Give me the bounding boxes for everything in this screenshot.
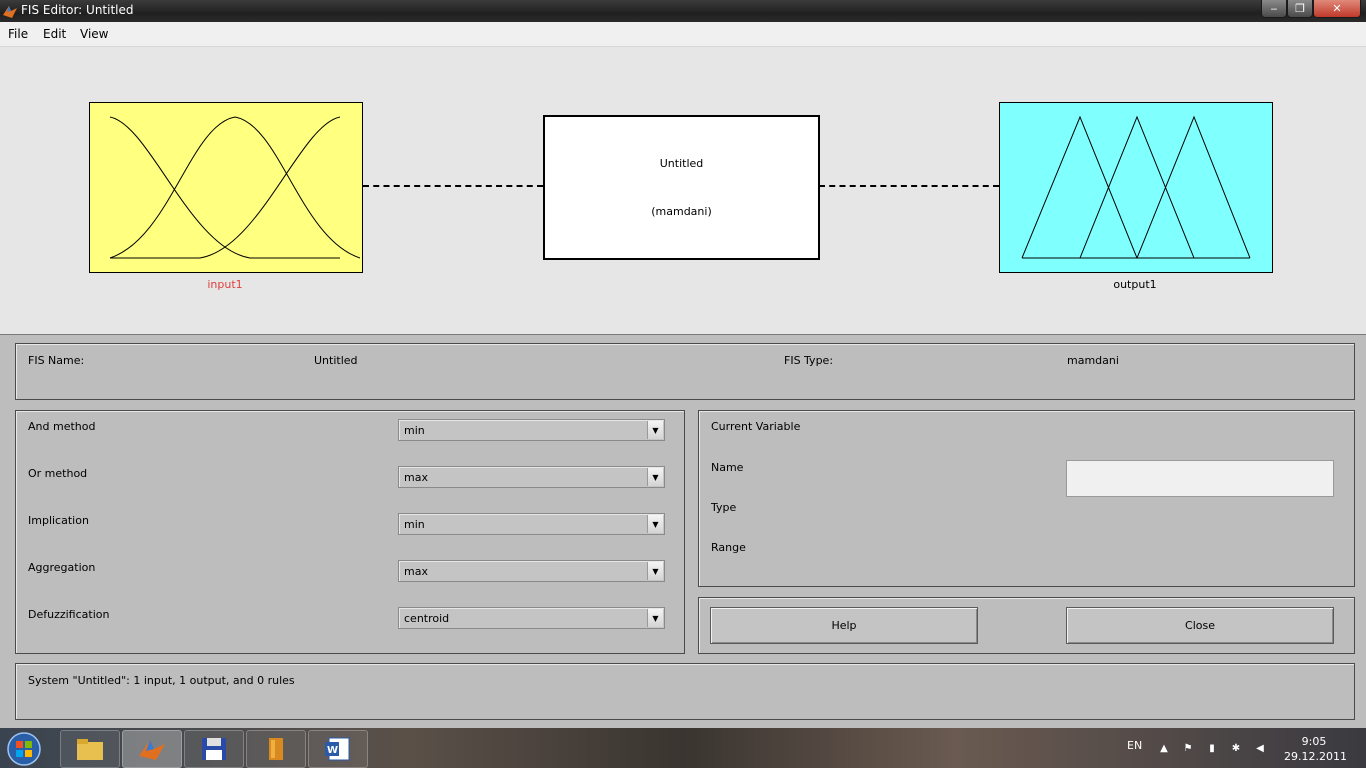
language-indicator[interactable]: EN: [1127, 739, 1142, 752]
taskbar-archive-app[interactable]: [246, 730, 306, 768]
defuzzification-label: Defuzzification: [28, 608, 110, 621]
variable-range-label: Range: [711, 541, 746, 554]
variable-name-label: Name: [711, 461, 744, 474]
folder-icon: [77, 739, 103, 760]
input-variable-box[interactable]: [89, 102, 363, 273]
fis-name-label: FIS Name:: [28, 354, 85, 367]
fis-type-value: mamdani: [1067, 354, 1119, 367]
output-variable-box[interactable]: [999, 102, 1273, 273]
input-membership-functions: [109, 116, 361, 259]
and-method-value: min: [404, 424, 425, 437]
start-button[interactable]: [4, 730, 44, 768]
fis-name-value: Untitled: [314, 354, 358, 367]
matlab-icon: [3, 6, 17, 18]
floppy-disk-icon: [202, 738, 226, 760]
output-variable-label: output1: [1113, 278, 1157, 291]
or-method-label: Or method: [28, 467, 88, 480]
implication-value: min: [404, 518, 425, 531]
chevron-down-icon: ▼: [647, 562, 663, 580]
status-panel: [15, 663, 1355, 720]
defuzzification-select[interactable]: centroid ▼: [398, 607, 665, 629]
title-bar: [0, 0, 1366, 22]
and-method-select[interactable]: min ▼: [398, 419, 665, 441]
menu-bar: [0, 22, 1366, 47]
or-method-select[interactable]: max ▼: [398, 466, 665, 488]
connector-left: [363, 185, 543, 187]
input-variable-label: input1: [207, 278, 243, 291]
word-icon: W: [325, 737, 350, 761]
matlab-icon: [139, 740, 165, 760]
output-membership-functions: [1021, 115, 1251, 259]
current-variable-panel: [698, 410, 1355, 587]
books-icon: [269, 738, 283, 760]
implication-select[interactable]: min ▼: [398, 513, 665, 535]
close-window-button[interactable]: ✕: [1313, 0, 1361, 18]
current-variable-header: Current Variable: [711, 420, 801, 433]
volume-icon[interactable]: ◀: [1253, 741, 1267, 755]
aggregation-value: max: [404, 565, 428, 578]
menu-file[interactable]: File: [4, 27, 32, 41]
clock-date: 29.12.2011: [1284, 750, 1347, 763]
system-name: Untitled: [659, 157, 704, 170]
maximize-button[interactable]: ❐: [1287, 0, 1313, 18]
chevron-down-icon: ▼: [647, 421, 663, 439]
close-button[interactable]: Close: [1066, 607, 1334, 644]
show-hidden-icons-icon[interactable]: ▲: [1157, 741, 1171, 755]
help-button[interactable]: Help: [710, 607, 978, 644]
system-type: (mamdani): [651, 205, 712, 218]
menu-edit[interactable]: Edit: [39, 27, 70, 41]
chevron-down-icon: ▼: [647, 609, 663, 627]
action-center-icon[interactable]: ⚑: [1181, 741, 1195, 755]
variable-type-label: Type: [711, 501, 737, 514]
taskbar-word[interactable]: W: [308, 730, 368, 768]
implication-label: Implication: [28, 514, 89, 527]
network-icon[interactable]: ✱: [1229, 741, 1243, 755]
defuzzification-value: centroid: [404, 612, 450, 625]
aggregation-select[interactable]: max ▼: [398, 560, 665, 582]
menu-view[interactable]: View: [76, 27, 112, 41]
or-method-value: max: [404, 471, 428, 484]
fis-info-panel: [15, 343, 1355, 400]
aggregation-label: Aggregation: [28, 561, 96, 574]
connector-right: [819, 185, 999, 187]
taskbar-explorer[interactable]: [60, 730, 120, 768]
clock[interactable]: 9:05 29.12.2011: [1284, 734, 1347, 764]
fis-system-box[interactable]: [543, 115, 820, 260]
fis-type-label: FIS Type:: [784, 354, 834, 367]
status-text: System "Untitled": 1 input, 1 output, an…: [28, 674, 295, 687]
window-title: FIS Editor: Untitled: [21, 3, 134, 17]
minimize-button[interactable]: ‒: [1261, 0, 1287, 18]
taskbar-matlab[interactable]: [122, 730, 182, 768]
and-method-label: And method: [28, 420, 96, 433]
battery-icon[interactable]: ▮: [1205, 741, 1219, 755]
clock-time: 9:05: [1301, 735, 1327, 748]
chevron-down-icon: ▼: [647, 468, 663, 486]
variable-name-field[interactable]: [1066, 460, 1334, 497]
taskbar-save-app[interactable]: [184, 730, 244, 768]
svg-text:W: W: [327, 745, 338, 756]
chevron-down-icon: ▼: [647, 515, 663, 533]
